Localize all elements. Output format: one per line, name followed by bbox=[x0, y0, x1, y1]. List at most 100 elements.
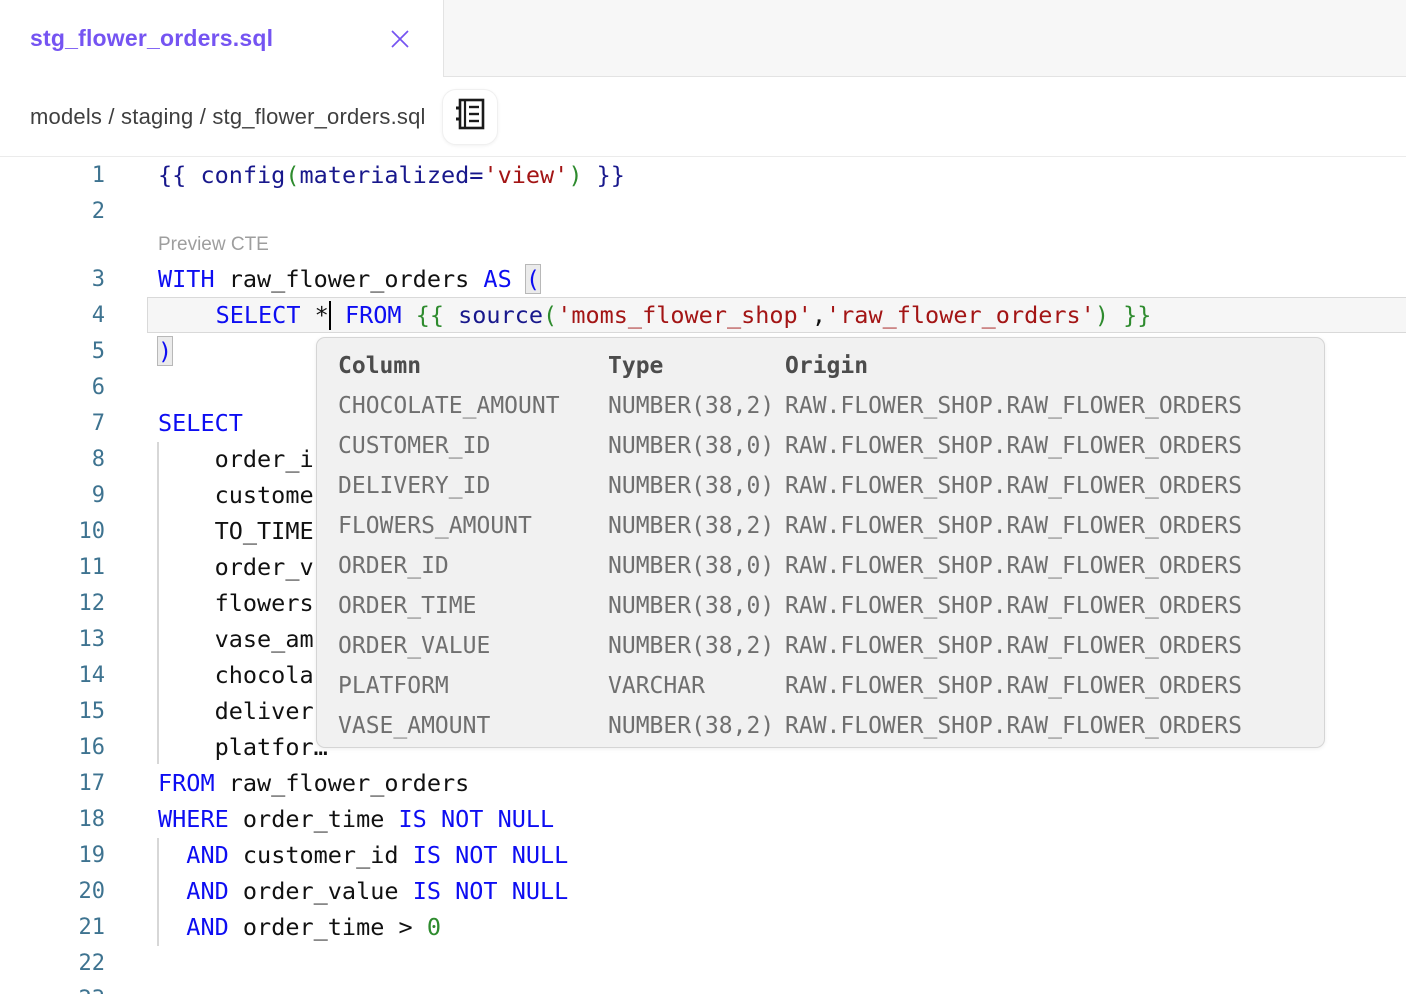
code-token: WITH bbox=[158, 265, 215, 293]
code-line[interactable]: 2 bbox=[0, 193, 1406, 229]
popup-header-cell: Column bbox=[338, 346, 608, 386]
line-number: 23 bbox=[0, 987, 147, 994]
popup-origin-cell: RAW.FLOWER_SHOP.RAW_FLOWER_ORDERS bbox=[785, 666, 1324, 706]
tab-stg-flower-orders[interactable]: stg_flower_orders.sql bbox=[0, 0, 443, 77]
code-token bbox=[402, 301, 416, 329]
code-line[interactable]: 23 bbox=[0, 981, 1406, 994]
code-line[interactable]: 1 {{ config(materialized='view') }} bbox=[0, 157, 1406, 193]
code-token: order_i bbox=[158, 445, 314, 473]
code-token: SELECT bbox=[216, 301, 301, 329]
popup-type-cell: NUMBER(38,2) bbox=[608, 626, 785, 666]
code-text: vase_am bbox=[158, 625, 314, 653]
code-token bbox=[158, 877, 186, 905]
popup-origin-cell: RAW.FLOWER_SHOP.RAW_FLOWER_ORDERS bbox=[785, 546, 1324, 586]
code-line[interactable]: 19 AND customer_id IS NOT NULL bbox=[0, 837, 1406, 873]
popup-column-cell: FLOWERS_AMOUNT bbox=[338, 506, 608, 546]
code-line[interactable]: 21 AND order_time > 0 bbox=[0, 909, 1406, 945]
code-token: platfor… bbox=[158, 733, 328, 761]
code-line[interactable]: 18WHERE order_time IS NOT NULL bbox=[0, 801, 1406, 837]
popup-origin-cell: RAW.FLOWER_SHOP.RAW_FLOWER_ORDERS bbox=[785, 466, 1324, 506]
code-token: chocola bbox=[158, 661, 314, 689]
file-outline-button[interactable] bbox=[442, 89, 498, 145]
line-number: 4 bbox=[0, 303, 147, 328]
code-token: raw_flower_orders bbox=[215, 769, 470, 797]
popup-origin-cell: RAW.FLOWER_SHOP.RAW_FLOWER_ORDERS bbox=[785, 586, 1324, 626]
code-token bbox=[158, 913, 186, 941]
line-number: 9 bbox=[0, 483, 147, 508]
line-number: 1 bbox=[0, 163, 147, 188]
line-number: 6 bbox=[0, 375, 147, 400]
code-token: customer_id bbox=[229, 841, 413, 869]
code-token: 'view' bbox=[483, 161, 568, 189]
code-line[interactable]: 3 WITH raw_flower_orders AS ( bbox=[0, 261, 1406, 297]
line-number: 2 bbox=[0, 199, 147, 224]
code-line[interactable]: 20 AND order_value IS NOT NULL bbox=[0, 873, 1406, 909]
code-token: FROM bbox=[345, 301, 402, 329]
code-token: ) bbox=[158, 337, 172, 365]
line-number: 15 bbox=[0, 699, 147, 724]
indent-guide bbox=[157, 838, 159, 946]
popup-column-cell: ORDER_TIME bbox=[338, 586, 608, 626]
line-number: 10 bbox=[0, 519, 147, 544]
code-text: SELECT * FROM {{ source('moms_flower_sho… bbox=[159, 301, 1151, 330]
code-token: ( bbox=[543, 301, 557, 329]
popup-type-cell: NUMBER(38,0) bbox=[608, 586, 785, 626]
code-token: IS NOT NULL bbox=[399, 805, 555, 833]
code-token: ( bbox=[526, 265, 540, 293]
popup-column-cell: CUSTOMER_ID bbox=[338, 426, 608, 466]
code-text: WITH raw_flower_orders AS ( bbox=[158, 265, 540, 293]
code-text: {{ config(materialized='view') }} bbox=[158, 161, 625, 189]
code-token: SELECT bbox=[158, 409, 243, 437]
popup-origin-cell: RAW.FLOWER_SHOP.RAW_FLOWER_ORDERS bbox=[785, 706, 1324, 746]
code-token: AND bbox=[186, 913, 228, 941]
popup-type-cell: NUMBER(38,2) bbox=[608, 506, 785, 546]
code-token: materialized= bbox=[300, 161, 484, 189]
code-token bbox=[331, 301, 345, 329]
code-token: order_value bbox=[229, 877, 413, 905]
column-info-popup: ColumnTypeOriginCHOCOLATE_AMOUNTNUMBER(3… bbox=[316, 337, 1325, 748]
code-token: * bbox=[300, 301, 328, 329]
line-number: 16 bbox=[0, 735, 147, 760]
line-number: 3 bbox=[0, 267, 147, 292]
popup-type-cell: NUMBER(38,2) bbox=[608, 386, 785, 426]
popup-type-cell: NUMBER(38,2) bbox=[608, 706, 785, 746]
preview-cte-lens[interactable]: Preview CTE bbox=[158, 234, 269, 256]
code-text: TO_TIME bbox=[158, 517, 314, 545]
code-text: custome bbox=[158, 481, 314, 509]
code-line[interactable]: 4 SELECT * FROM {{ source('moms_flower_s… bbox=[0, 297, 1406, 333]
popup-column-cell: VASE_AMOUNT bbox=[338, 706, 608, 746]
popup-origin-cell: RAW.FLOWER_SHOP.RAW_FLOWER_ORDERS bbox=[785, 506, 1324, 546]
code-token: source bbox=[458, 301, 543, 329]
code-editor[interactable]: 1{{ config(materialized='view') }}2Previ… bbox=[0, 157, 1406, 994]
code-token: deliver bbox=[158, 697, 314, 725]
close-icon[interactable] bbox=[385, 24, 415, 54]
code-token: AS bbox=[483, 265, 511, 293]
code-token: 'moms_flower_shop' bbox=[557, 301, 812, 329]
code-token: , bbox=[812, 301, 826, 329]
code-token bbox=[159, 301, 216, 329]
popup-origin-cell: RAW.FLOWER_SHOP.RAW_FLOWER_ORDERS bbox=[785, 386, 1324, 426]
code-line[interactable]: 17FROM raw_flower_orders bbox=[0, 765, 1406, 801]
line-number: 8 bbox=[0, 447, 147, 472]
tab-title: stg_flower_orders.sql bbox=[30, 25, 273, 52]
line-number: 17 bbox=[0, 771, 147, 796]
code-token: order_time bbox=[229, 913, 399, 941]
code-token: }} bbox=[582, 161, 624, 189]
popup-column-cell: ORDER_VALUE bbox=[338, 626, 608, 666]
code-text: AND order_value IS NOT NULL bbox=[158, 877, 568, 905]
code-token: flowers bbox=[158, 589, 314, 617]
code-line[interactable]: 22 bbox=[0, 945, 1406, 981]
popup-type-cell: NUMBER(38,0) bbox=[608, 546, 785, 586]
code-text: SELECT bbox=[158, 409, 243, 437]
code-token bbox=[413, 913, 427, 941]
line-number: 5 bbox=[0, 339, 147, 364]
code-token: ) bbox=[568, 161, 582, 189]
ide-window: stg_flower_orders.sql models / staging /… bbox=[0, 0, 1406, 994]
code-token bbox=[512, 265, 526, 293]
code-text: ) bbox=[158, 337, 172, 365]
code-token: {{ config bbox=[158, 161, 285, 189]
code-token: IS NOT NULL bbox=[413, 877, 569, 905]
code-token: 'raw_flower_orders' bbox=[826, 301, 1095, 329]
line-number: 19 bbox=[0, 843, 147, 868]
code-token: order_v bbox=[158, 553, 314, 581]
